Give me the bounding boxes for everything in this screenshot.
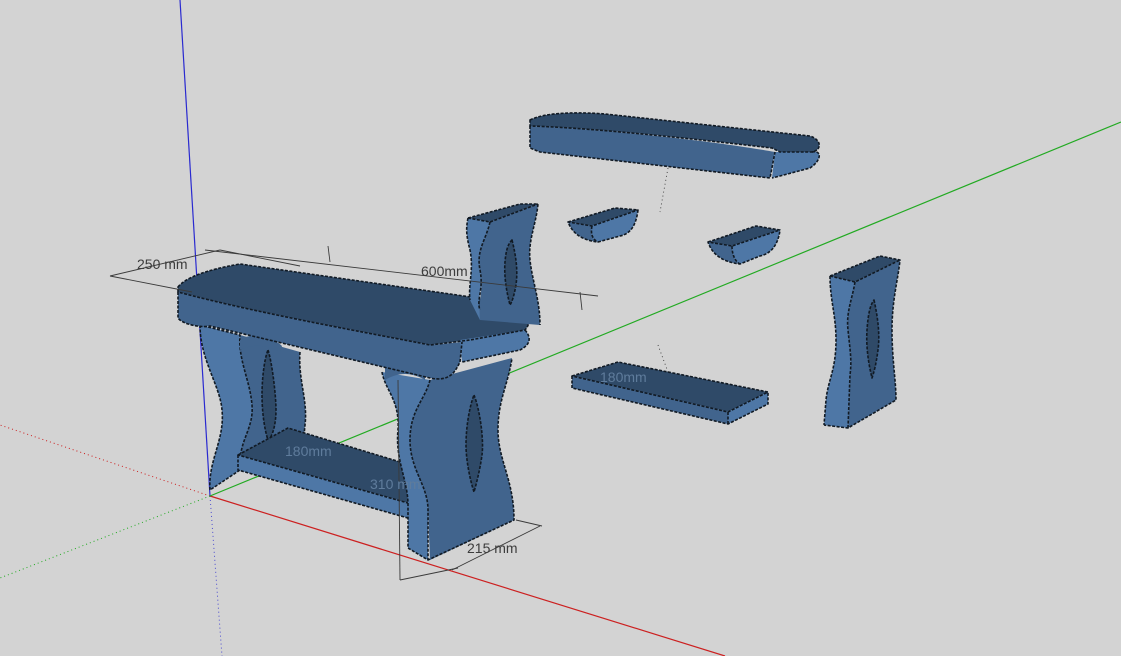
exploded-bracket-left[interactable]	[567, 207, 639, 243]
axes	[0, 0, 1121, 656]
dimension-shelf-width[interactable]: 180mm	[285, 443, 332, 459]
green-axis-dotted	[0, 495, 211, 579]
blue-axis-solid	[179, 0, 211, 497]
dim-label-215: 215 mm	[467, 540, 518, 556]
exploded-right-leg[interactable]	[823, 255, 901, 429]
blue-axis-dotted	[209, 495, 223, 656]
front-right-leg[interactable]	[381, 357, 515, 561]
model-viewport[interactable]: 250 mm 600mm 180mm 310 mm 215 mm 180mm	[0, 0, 1121, 656]
model-canvas[interactable]: 250 mm 600mm 180mm 310 mm 215 mm 180mm	[0, 0, 1121, 656]
dim-label-600: 600mm	[421, 263, 468, 279]
exploded-bracket-right[interactable]	[707, 225, 781, 265]
exploded-guide-line-2	[657, 344, 669, 373]
exploded-left-leg[interactable]	[465, 203, 541, 326]
red-axis-dotted	[0, 424, 211, 497]
dim-label-180-exploded: 180mm	[600, 369, 647, 385]
dim-label-250: 250 mm	[137, 256, 188, 272]
dim-label-310: 310 mm	[370, 476, 421, 492]
dim-label-180: 180mm	[285, 443, 332, 459]
lower-shelf[interactable]	[237, 427, 421, 521]
dimension-exploded-shelf[interactable]: 180mm	[600, 369, 647, 385]
exploded-top-board[interactable]	[529, 112, 821, 179]
exploded-guide-line	[659, 167, 669, 213]
